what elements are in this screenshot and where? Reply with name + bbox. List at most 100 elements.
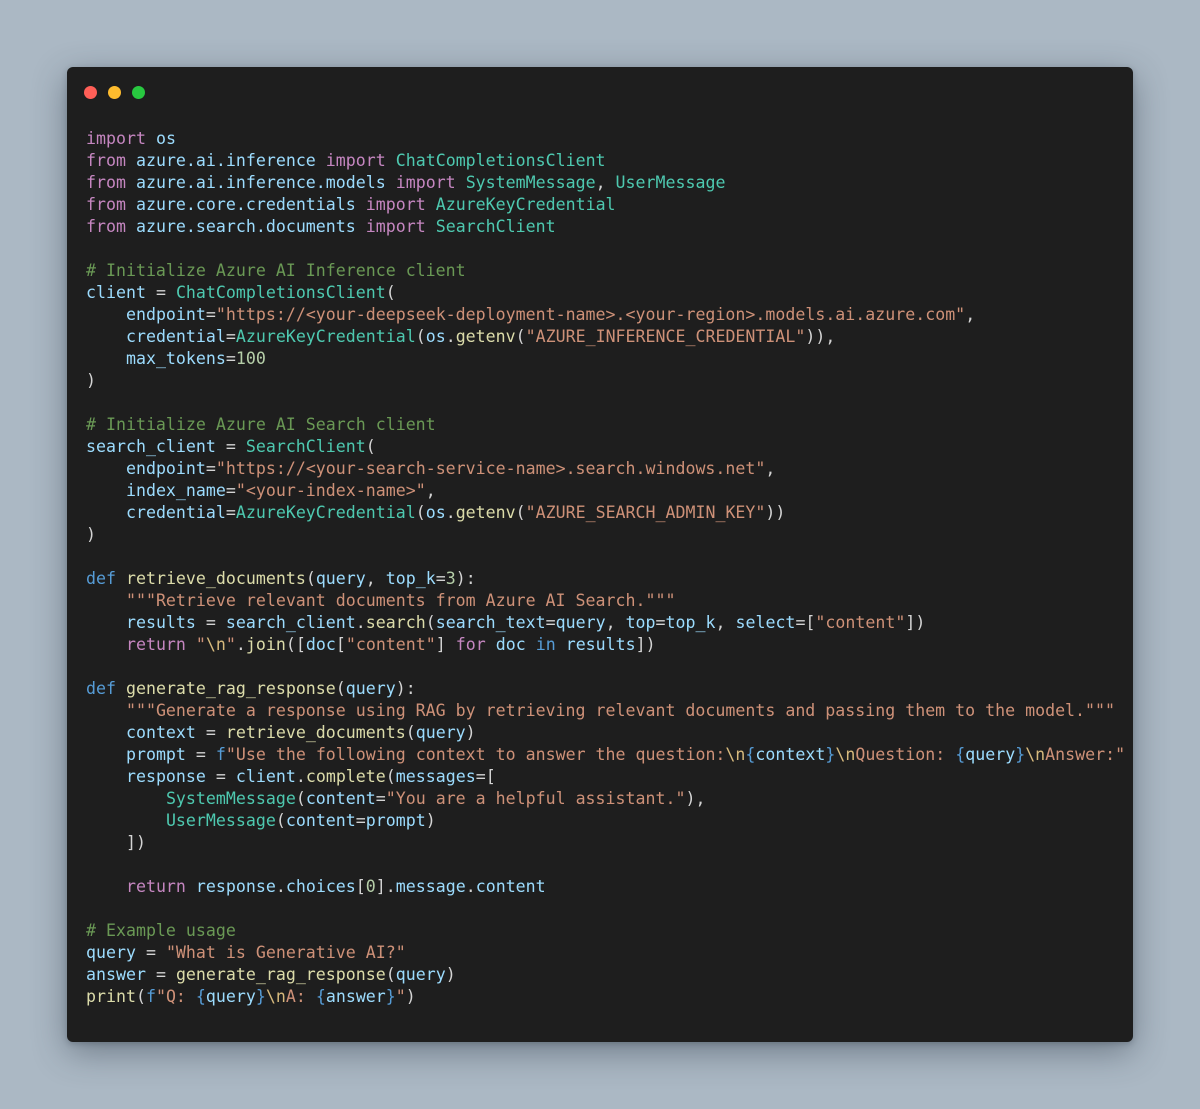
code-token: search_text — [435, 613, 546, 632]
code-token: ]) — [86, 833, 146, 852]
code-token: ) — [465, 723, 476, 742]
code-line: from azure.core.credentials import Azure… — [86, 194, 1125, 216]
code-token: "https://<your-search-service-name>.sear… — [215, 459, 766, 478]
code-token: prompt — [365, 811, 426, 830]
code-token: = — [225, 327, 236, 346]
code-token: # Example usage — [86, 921, 236, 940]
code-token: import — [86, 129, 146, 148]
minimize-dot-icon[interactable] — [108, 86, 121, 99]
code-token: )), — [805, 327, 836, 346]
code-token: """Retrieve relevant documents from Azur… — [125, 591, 676, 610]
code-token: azure.ai.inference.models — [135, 173, 386, 192]
code-token: \n — [205, 635, 226, 654]
code-token: "Q: — [155, 987, 196, 1006]
code-token: = — [205, 767, 236, 786]
code-token: . — [445, 327, 456, 346]
code-token: credential — [125, 327, 226, 346]
code-token: \n — [835, 745, 856, 764]
code-token: ( — [415, 503, 426, 522]
code-token: UserMessage — [615, 173, 726, 192]
code-token: query — [205, 987, 256, 1006]
code-token: ) — [445, 965, 456, 984]
code-token: query — [965, 745, 1016, 764]
code-token: from — [86, 217, 126, 236]
code-token: = — [355, 811, 366, 830]
code-token: " — [225, 635, 236, 654]
code-block: import os from azure.ai.inference import … — [86, 128, 1125, 1008]
code-line: response = client.complete(messages=[ — [86, 766, 1125, 788]
code-token: = — [135, 943, 166, 962]
code-line: print(f"Q: {query}\nA: {answer}") — [86, 986, 1125, 1008]
maximize-dot-icon[interactable] — [132, 86, 145, 99]
code-line: """Retrieve relevant documents from Azur… — [86, 590, 1125, 612]
code-token: )) — [765, 503, 786, 522]
code-token: # Initialize Azure AI Inference client — [86, 261, 466, 280]
code-token: query — [415, 723, 466, 742]
code-line: from azure.ai.inference import ChatCompl… — [86, 150, 1125, 172]
code-token: { — [745, 745, 756, 764]
code-line: return response.choices[0].message.conte… — [86, 876, 1125, 898]
code-token: join — [245, 635, 286, 654]
code-token: ) — [86, 371, 96, 390]
code-token: ( — [515, 327, 526, 346]
code-token: = — [145, 283, 176, 302]
code-token: os — [425, 503, 446, 522]
code-token: select — [735, 613, 796, 632]
code-token: ] — [435, 635, 456, 654]
code-line: UserMessage(content=prompt) — [86, 810, 1125, 832]
code-token: ( — [135, 987, 146, 1006]
code-token: results — [125, 613, 196, 632]
close-dot-icon[interactable] — [84, 86, 97, 99]
code-token: SearchClient — [245, 437, 366, 456]
code-token: client — [235, 767, 296, 786]
code-token: ( — [335, 679, 346, 698]
code-token: AzureKeyCredential — [235, 327, 416, 346]
code-token: [ — [335, 635, 346, 654]
code-token: # Initialize Azure AI Search client — [86, 415, 436, 434]
code-token: UserMessage — [165, 811, 276, 830]
code-token: = — [545, 613, 556, 632]
code-token: return — [125, 635, 186, 654]
code-token: ( — [275, 811, 286, 830]
code-token: = — [215, 437, 246, 456]
code-token: "https://<your-deepseek-deployment-name>… — [215, 305, 966, 324]
code-token: max_tokens — [125, 349, 226, 368]
code-token: top — [625, 613, 656, 632]
code-line: ]) — [86, 832, 1125, 854]
code-token: =[ — [795, 613, 816, 632]
code-token: ) — [425, 811, 436, 830]
code-token: = — [655, 613, 666, 632]
code-line: ) — [86, 524, 1125, 546]
code-token: results — [565, 635, 636, 654]
code-token: ( — [385, 965, 396, 984]
code-token: "You are a helpful assistant." — [385, 789, 686, 808]
code-token: "<your-index-name>" — [235, 481, 426, 500]
code-token: ( — [405, 723, 416, 742]
code-token: generate_rag_response — [125, 679, 336, 698]
code-line: context = retrieve_documents(query) — [86, 722, 1125, 744]
code-token: query — [395, 965, 446, 984]
code-token: \n — [265, 987, 286, 1006]
code-token: content — [475, 877, 546, 896]
code-token: . — [465, 877, 476, 896]
code-token: = — [225, 349, 236, 368]
code-token: ), — [685, 789, 706, 808]
code-token: = — [435, 569, 446, 588]
code-token: , — [425, 481, 436, 500]
code-line: endpoint="https://<your-search-service-n… — [86, 458, 1125, 480]
code-line: # Example usage — [86, 920, 1125, 942]
code-token: search — [365, 613, 426, 632]
code-token: import — [365, 195, 426, 214]
